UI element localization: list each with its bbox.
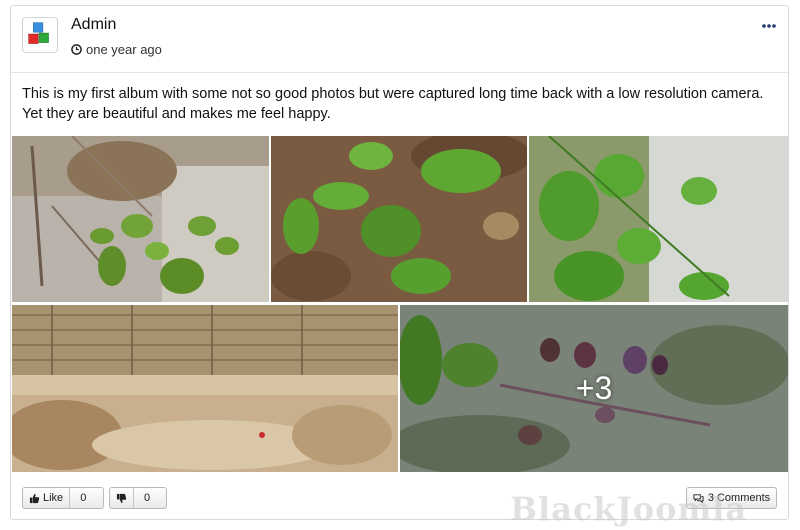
- post-time: one year ago: [71, 42, 162, 57]
- more-photos-count[interactable]: +3: [400, 305, 788, 472]
- author-name[interactable]: Admin: [71, 16, 116, 34]
- post-text: This is my first album with some not so …: [22, 86, 764, 122]
- leaves-image: [271, 136, 527, 302]
- dislike-button[interactable]: 0: [109, 487, 167, 509]
- thumbs-up-icon: [29, 493, 40, 503]
- dislike-count: 0: [144, 492, 151, 504]
- more-options-icon[interactable]: [761, 20, 777, 32]
- vine-image: [529, 136, 788, 302]
- photo-sapling-twigs[interactable]: [12, 136, 269, 302]
- like-label: Like: [43, 492, 64, 504]
- like-button[interactable]: Like 0: [22, 487, 104, 509]
- photo-purple-flowers[interactable]: +3: [400, 305, 788, 472]
- post-card: Admin one year ago This is my first albu…: [10, 5, 789, 520]
- clock-icon: [71, 44, 82, 55]
- photo-leaves-soil[interactable]: [271, 136, 527, 302]
- sapling-image: [12, 136, 269, 302]
- watermark: BlackJoomla: [510, 490, 748, 528]
- wood-soil-image: [12, 305, 398, 472]
- thumbs-down-icon: [116, 493, 127, 503]
- avatar[interactable]: [22, 17, 58, 53]
- photo-wood-soil[interactable]: [12, 305, 398, 472]
- cubes-logo-icon: [28, 22, 49, 44]
- photo-vine-wall[interactable]: [529, 136, 788, 302]
- post-header: Admin one year ago: [11, 6, 788, 73]
- post-time-text: one year ago: [86, 42, 162, 57]
- like-count: 0: [80, 492, 87, 504]
